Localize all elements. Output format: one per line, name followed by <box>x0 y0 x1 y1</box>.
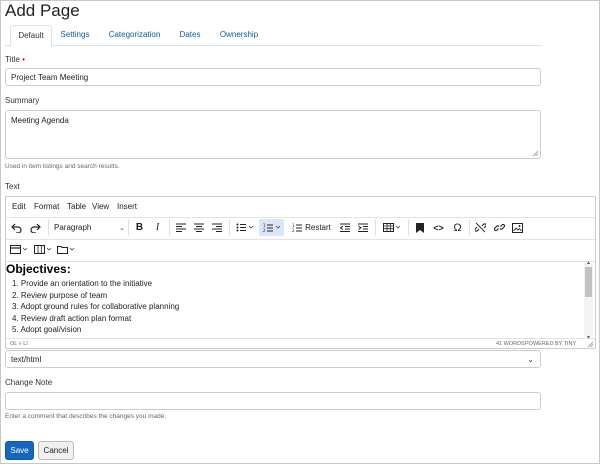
align-right-icon[interactable] <box>209 219 224 236</box>
numbered-list-icon[interactable]: 12 <box>259 219 284 236</box>
unlink-icon[interactable] <box>473 219 488 236</box>
indent-icon[interactable] <box>355 219 370 236</box>
title-label: Title • <box>5 55 25 64</box>
toolbar-separator <box>169 219 170 236</box>
omega-icon[interactable]: Ω <box>450 219 465 236</box>
block-format-value: Paragraph <box>54 223 92 232</box>
resize-handle-icon[interactable] <box>532 150 539 157</box>
content-heading: Objectives: <box>6 262 71 276</box>
list-item: 1. Provide an orientation to the initiat… <box>12 279 153 288</box>
svg-text:2: 2 <box>292 228 295 232</box>
rich-text-editor: Edit Format Table View Insert Paragraph … <box>5 196 596 349</box>
text-format-value: text/html <box>11 355 42 364</box>
toolbar-separator <box>375 219 376 236</box>
toolbar-separator <box>229 219 230 236</box>
columns-icon[interactable] <box>33 241 53 258</box>
toolbar-separator <box>48 219 49 236</box>
restart-numbering-button[interactable]: 12 Restart <box>289 219 334 236</box>
editor-toolbar-row-1: Paragraph ⌄ B I 12 12 Restart <> Ω <box>6 217 595 240</box>
menu-view[interactable]: View <box>92 202 109 211</box>
toolbar-separator <box>469 219 470 236</box>
chevron-down-icon: ⌄ <box>527 355 534 364</box>
tab-ownership[interactable]: Ownership <box>215 25 263 45</box>
summary-textarea[interactable]: Meeting Agenda <box>5 110 541 159</box>
change-note-label: Change Note <box>5 378 53 387</box>
restart-list-icon: 12 <box>292 223 303 232</box>
page-title: Add Page <box>5 1 80 20</box>
editor-menubar: Edit Format Table View Insert <box>6 197 595 218</box>
element-path[interactable]: OL » LI <box>10 341 28 347</box>
list-item: 3. Adopt ground rules for collaborative … <box>12 302 180 311</box>
title-label-text: Title <box>5 55 20 64</box>
table-icon[interactable] <box>379 219 404 236</box>
title-input[interactable]: Project Team Meeting <box>5 68 541 86</box>
bullet-list-icon[interactable] <box>233 219 257 236</box>
word-count[interactable]: 41 WORDS <box>496 341 525 347</box>
menu-table[interactable]: Table <box>67 202 86 211</box>
editor-resize-handle-icon[interactable] <box>587 341 594 348</box>
tab-bar: Default Settings Categorization Dates Ow… <box>5 25 542 47</box>
scrollbar-thumb[interactable] <box>585 267 592 297</box>
save-button[interactable]: Save <box>5 441 34 460</box>
bookmark-icon[interactable] <box>412 219 427 236</box>
link-icon[interactable] <box>492 219 507 236</box>
menu-edit[interactable]: Edit <box>12 202 26 211</box>
summary-help: Used in item listings and search results… <box>5 163 120 170</box>
change-note-help: Enter a comment that describes the chang… <box>5 413 167 420</box>
tab-settings[interactable]: Settings <box>55 25 95 45</box>
align-center-icon[interactable] <box>191 219 206 236</box>
text-label: Text <box>5 182 20 191</box>
align-left-icon[interactable] <box>173 219 188 236</box>
toolbar-separator <box>408 219 409 236</box>
restart-label: Restart <box>305 223 331 232</box>
menu-format[interactable]: Format <box>34 202 59 211</box>
block-format-select[interactable]: Paragraph ⌄ <box>52 219 128 236</box>
editor-scrollbar[interactable]: ▲ ▼ <box>584 260 593 341</box>
summary-label: Summary <box>5 96 40 105</box>
tab-dates[interactable]: Dates <box>175 25 205 45</box>
summary-text: Meeting Agenda <box>11 116 69 125</box>
change-note-input[interactable] <box>5 392 541 410</box>
redo-icon[interactable] <box>28 219 43 236</box>
editor-content-area[interactable]: Objectives: 1. Provide an orientation to… <box>6 261 595 337</box>
italic-icon[interactable]: I <box>150 219 165 236</box>
powered-by-tiny[interactable]: POWERED BY TINY <box>525 341 576 347</box>
code-icon[interactable]: <> <box>431 219 446 236</box>
svg-text:2: 2 <box>263 228 266 232</box>
toolbar-separator <box>128 219 129 236</box>
tab-categorization[interactable]: Categorization <box>103 25 166 45</box>
chevron-down-icon: ⌄ <box>119 224 125 232</box>
text-format-select[interactable]: text/html ⌄ <box>5 350 541 368</box>
list-item: 4. Review draft action plan format <box>12 313 132 323</box>
tab-default[interactable]: Default <box>10 25 52 47</box>
bold-icon[interactable]: B <box>132 219 147 236</box>
required-marker: • <box>22 55 25 64</box>
outdent-icon[interactable] <box>337 219 352 236</box>
editor-statusbar: OL » LI 41 WORDS POWERED BY TINY <box>6 338 595 349</box>
cancel-button[interactable]: Cancel <box>38 441 74 460</box>
scroll-up-arrow-icon[interactable]: ▲ <box>586 260 591 266</box>
list-item: 5. Adopt goal/vision <box>12 325 82 334</box>
undo-icon[interactable] <box>9 219 24 236</box>
image-icon[interactable] <box>510 219 525 236</box>
editor-toolbar-row-2 <box>6 239 595 262</box>
menu-insert[interactable]: Insert <box>117 202 137 211</box>
folder-icon[interactable] <box>56 241 76 258</box>
template-icon[interactable] <box>9 241 29 258</box>
list-item: 2. Review purpose of team <box>12 290 108 300</box>
agenda-list: 1. Provide an orientation to the initiat… <box>12 278 179 336</box>
